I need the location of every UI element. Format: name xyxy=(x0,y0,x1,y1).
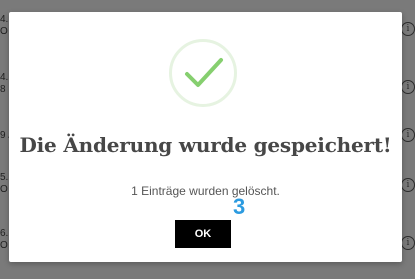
info-icon[interactable]: i xyxy=(401,178,415,192)
checkmark-glyph xyxy=(185,58,223,87)
info-icon[interactable]: i xyxy=(401,80,415,94)
success-dialog: Die Änderung wurde gespeichert! 1 Einträ… xyxy=(9,12,402,262)
info-icon[interactable]: i xyxy=(401,22,415,36)
dialog-message: 1 Einträge wurden gelöscht. xyxy=(131,184,280,198)
checkmark-icon xyxy=(169,39,237,107)
ok-button[interactable]: OK xyxy=(175,220,231,248)
info-icon[interactable]: i xyxy=(401,236,415,250)
step-number-badge: 3 xyxy=(233,194,246,219)
info-icon[interactable]: i xyxy=(401,128,415,142)
dialog-title: Die Änderung wurde gespeichert! xyxy=(19,133,392,157)
